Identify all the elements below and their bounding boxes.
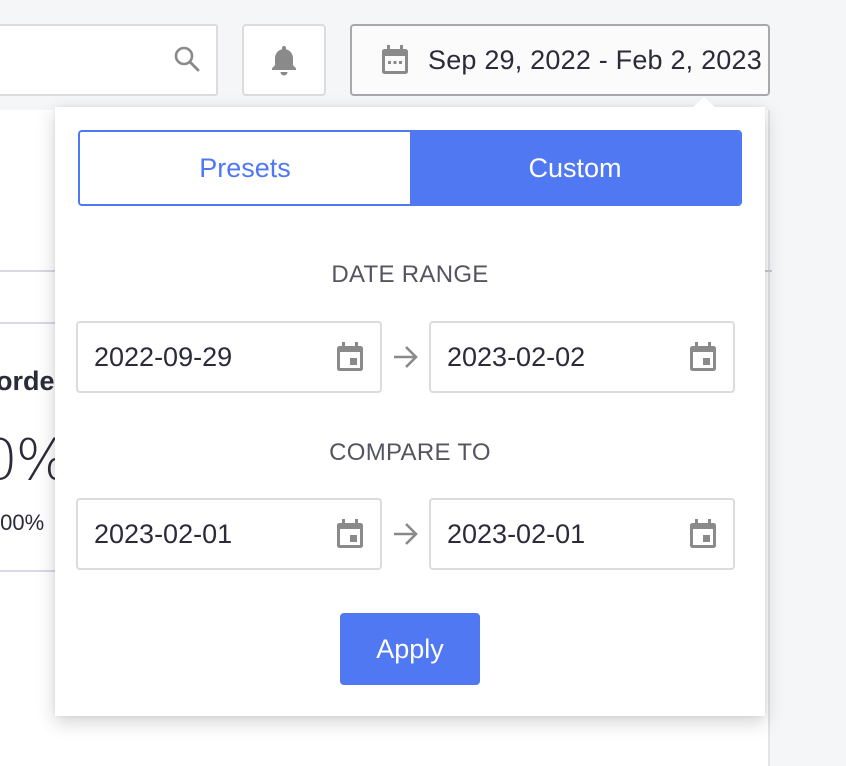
compare-start-value: 2023-02-01: [94, 518, 233, 549]
compare-to-heading: COMPARE TO: [329, 439, 491, 466]
arrow-right-icon: [394, 523, 418, 545]
calendar-icon[interactable]: [689, 519, 717, 549]
date-picker-popover: Presets Custom DATE RANGE 2022-09-29 202…: [55, 97, 765, 716]
date-range-end-field[interactable]: 2023-02-02: [429, 321, 735, 393]
calendar-icon: [382, 45, 408, 74]
calendar-icon[interactable]: [336, 342, 364, 372]
compare-end-field[interactable]: 2023-02-01: [429, 498, 735, 570]
compare-start-field[interactable]: 2023-02-01: [76, 498, 382, 570]
calendar-icon[interactable]: [336, 519, 364, 549]
tab-presets[interactable]: Presets: [80, 132, 410, 204]
divider: [0, 322, 55, 324]
compare-end-value: 2023-02-01: [447, 518, 586, 549]
apply-button[interactable]: Apply: [340, 613, 480, 685]
date-range-start-value: 2022-09-29: [94, 341, 233, 372]
mode-tabs: Presets Custom: [78, 130, 742, 206]
page: Sep 29, 2022 - Feb 2, 2023 order 0% .00%…: [0, 0, 846, 766]
notifications-button[interactable]: [242, 24, 326, 96]
search-input[interactable]: [0, 24, 218, 96]
date-range-end-value: 2023-02-02: [447, 341, 586, 372]
calendar-icon[interactable]: [689, 342, 717, 372]
divider: [0, 270, 55, 272]
date-range-heading: DATE RANGE: [331, 261, 489, 288]
date-range-label: Sep 29, 2022 - Feb 2, 2023: [428, 44, 762, 75]
date-range-button[interactable]: Sep 29, 2022 - Feb 2, 2023: [350, 24, 770, 96]
popover-arrow: [692, 97, 716, 108]
metric-change: .00%: [0, 510, 45, 535]
bell-icon: [272, 46, 296, 76]
tab-custom[interactable]: Custom: [410, 132, 740, 204]
divider: [0, 570, 55, 572]
search-icon[interactable]: [172, 44, 202, 74]
arrow-right-icon: [394, 346, 418, 368]
date-range-start-field[interactable]: 2022-09-29: [76, 321, 382, 393]
